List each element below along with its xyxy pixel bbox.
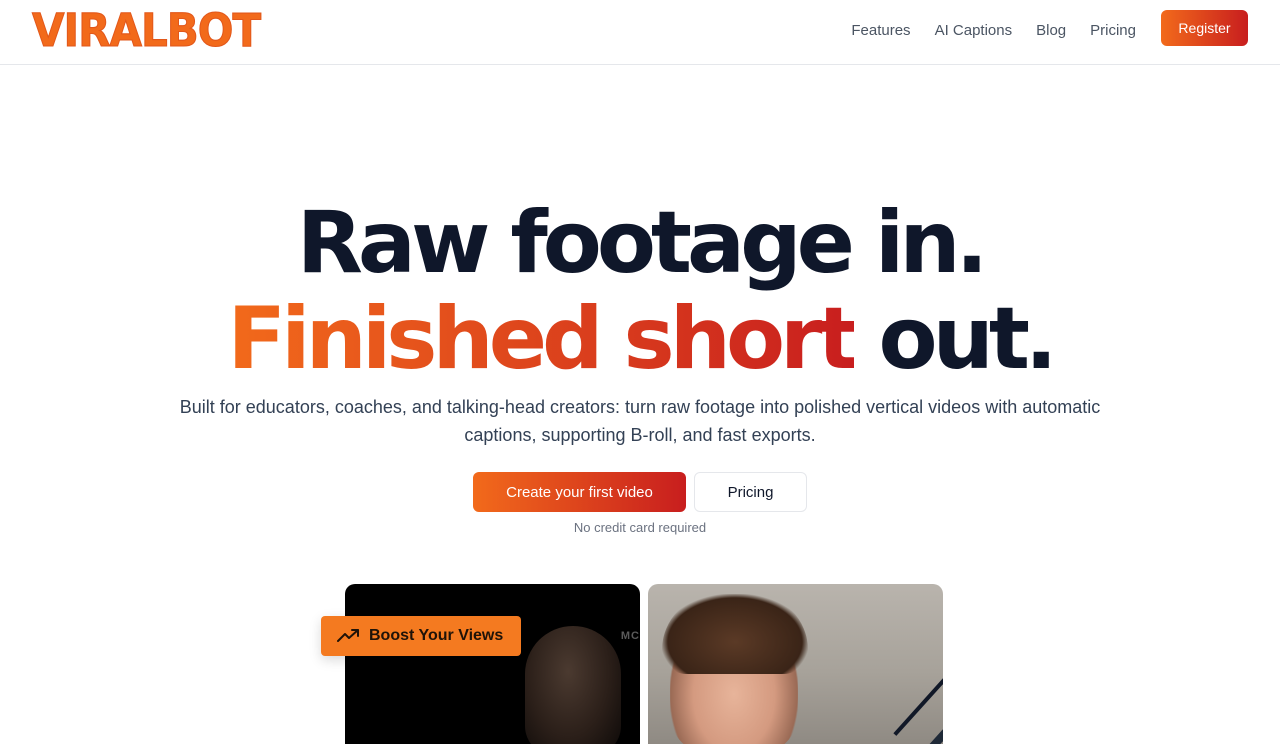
headline-line-1: Raw footage in.	[296, 193, 989, 293]
video-preview-left[interactable]: MC	[345, 584, 640, 744]
no-credit-card-note: No credit card required	[573, 520, 707, 535]
headline-line-2: Finished short out.	[0, 291, 1280, 387]
mic-arm	[893, 644, 943, 736]
video-preview-right[interactable]	[648, 584, 943, 744]
nav-links: Features AI Captions Blog Pricing	[851, 21, 1136, 41]
create-first-video-button[interactable]: Create your first video	[473, 472, 686, 512]
cta-row: Create your first video Pricing	[0, 472, 1280, 512]
nav-link-features[interactable]: Features	[851, 21, 910, 41]
nav-link-pricing[interactable]: Pricing	[1090, 21, 1136, 41]
nav-link-blog[interactable]: Blog	[1036, 21, 1066, 41]
hero-headline: Raw footage in. Finished short out.	[0, 195, 1280, 387]
pricing-button[interactable]: Pricing	[694, 472, 807, 512]
headline-line-2-rest: out.	[853, 289, 1058, 389]
hero-subtitle: Built for educators, coaches, and talkin…	[179, 397, 1101, 445]
register-button[interactable]: Register	[1161, 10, 1248, 46]
speaker-hair	[662, 594, 808, 674]
boost-views-badge: Boost Your Views	[321, 616, 521, 656]
top-navbar: VIRALBOT Features AI Captions Blog Prici…	[0, 0, 1280, 65]
speaker-silhouette	[525, 626, 621, 744]
nav-link-ai-captions[interactable]: AI Captions	[935, 21, 1013, 41]
video-overlay-text: MC	[620, 630, 640, 642]
viralbot-logo[interactable]: VIRALBOT	[31, 3, 261, 58]
trending-up-icon	[337, 629, 359, 642]
boost-views-label: Boost Your Views	[369, 627, 504, 644]
mic-stand	[903, 669, 943, 744]
headline-highlight: Finished short	[227, 289, 858, 389]
